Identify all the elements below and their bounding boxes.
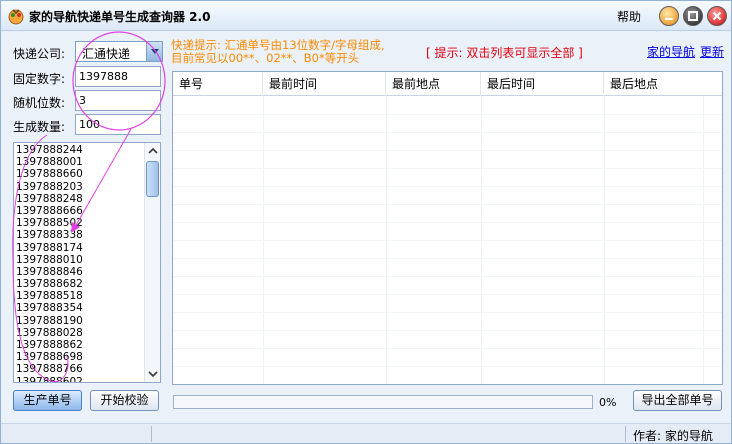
list-item[interactable]: 1397888338 — [16, 229, 144, 241]
list-item[interactable]: 1397888518 — [16, 290, 144, 302]
list-item[interactable]: 1397888698 — [16, 351, 144, 363]
courier-tip-line2: 目前常见以00**、02**、B0*等开头 — [171, 51, 360, 65]
courier-label: 快递公司: — [13, 47, 66, 61]
app-logo-icon — [8, 9, 24, 25]
title-bar: 家的导航快递单号生成查询器 2.0 帮助 — [1, 1, 731, 31]
row-divider — [173, 294, 722, 295]
scroll-thumb[interactable] — [146, 161, 159, 197]
status-separator — [151, 426, 152, 442]
row-divider — [173, 366, 722, 367]
list-item[interactable]: 1397888028 — [16, 327, 144, 339]
random-digits-label: 随机位数: — [13, 96, 66, 110]
export-all-button[interactable]: 导出全部单号 — [633, 390, 722, 411]
list-item[interactable]: 1397888190 — [16, 315, 144, 327]
status-separator — [625, 426, 626, 442]
list-item[interactable]: 1397888354 — [16, 302, 144, 314]
courier-select[interactable]: 汇通快递 — [75, 41, 163, 62]
fixed-digits-label: 固定数字: — [13, 72, 66, 86]
list-item[interactable]: 1397888244 — [16, 144, 144, 156]
list-item[interactable]: 1397888766 — [16, 363, 144, 375]
list-item[interactable]: 1397888174 — [16, 242, 144, 254]
list-item[interactable]: 1397888001 — [16, 156, 144, 168]
generate-button[interactable]: 生产单号 — [13, 390, 82, 411]
list-item[interactable]: 1397888203 — [16, 181, 144, 193]
row-divider — [173, 132, 722, 133]
list-item[interactable]: 1397888666 — [16, 205, 144, 217]
row-divider — [173, 222, 722, 223]
app-window: 家的导航快递单号生成查询器 2.0 帮助 快递公司: 汇通快递 固定数字: 随机… — [0, 0, 732, 444]
minimize-button[interactable] — [659, 6, 679, 26]
count-label: 生成数量: — [13, 120, 66, 134]
row-divider — [173, 258, 722, 259]
courier-tip: 快递提示: 汇通单号由13位数字/字母组成, 目前常见以00**、02**、B0… — [171, 39, 423, 65]
status-bar: 作者: 家的导航 — [1, 423, 731, 443]
scroll-up-icon[interactable] — [146, 144, 160, 158]
close-icon — [712, 11, 722, 21]
number-items: 1397888244 1397888001 1397888660 1397888203… — [16, 144, 144, 382]
row-divider — [173, 330, 722, 331]
row-divider — [173, 150, 722, 151]
dropdown-arrow[interactable] — [146, 42, 162, 61]
row-divider — [173, 348, 722, 349]
list-item[interactable]: 1397888682 — [16, 278, 144, 290]
window-title: 家的导航快递单号生成查询器 2.0 — [29, 10, 211, 24]
row-divider — [173, 114, 722, 115]
maximize-icon — [688, 11, 698, 21]
list-item[interactable]: 1397888248 — [16, 193, 144, 205]
column-header-last-place[interactable]: 最后地点 — [604, 72, 722, 96]
list-item[interactable]: 1397888010 — [16, 254, 144, 266]
list-item[interactable]: 1397888602 — [16, 376, 144, 382]
author-credit: 作者: 家的导航 — [633, 429, 713, 443]
help-menu[interactable]: 帮助 — [617, 8, 641, 25]
row-divider — [173, 240, 722, 241]
courier-select-value: 汇通快递 — [82, 47, 131, 61]
update-link[interactable]: 更新 — [700, 43, 724, 60]
chevron-down-icon — [151, 49, 159, 54]
list-item[interactable]: 1397888862 — [16, 339, 144, 351]
column-header-first-time[interactable]: 最前时间 — [263, 72, 386, 96]
hint-text: [ 提示: 双击列表可显示全部 ] — [426, 46, 583, 60]
list-item[interactable]: 1397888846 — [16, 266, 144, 278]
row-divider — [173, 312, 722, 313]
fixed-digits-input[interactable] — [75, 66, 161, 87]
progress-percent: 0% — [599, 396, 617, 409]
close-button[interactable] — [707, 6, 727, 26]
column-header-last-time[interactable]: 最后时间 — [481, 72, 604, 96]
verify-button[interactable]: 开始校验 — [90, 390, 159, 411]
row-divider — [173, 168, 722, 169]
minimize-icon — [665, 18, 673, 20]
random-digits-input[interactable] — [75, 90, 161, 111]
maximize-button[interactable] — [683, 6, 703, 26]
row-divider — [173, 276, 722, 277]
row-divider — [173, 186, 722, 187]
column-header-number[interactable]: 单号 — [173, 72, 263, 96]
column-header-first-place[interactable]: 最前地点 — [386, 72, 481, 96]
progress-bar — [173, 395, 593, 409]
list-item[interactable]: 1397888660 — [16, 168, 144, 180]
table-header: 单号 最前时间 最前地点 最后时间 最后地点 — [173, 72, 722, 96]
list-item[interactable]: 1397888502 — [16, 217, 144, 229]
scroll-down-icon[interactable] — [146, 367, 160, 381]
count-input[interactable] — [75, 114, 161, 135]
generated-number-list[interactable]: 1397888244 1397888001 1397888660 1397888203… — [13, 142, 161, 383]
tracking-results-table[interactable]: 单号 最前时间 最前地点 最后时间 最后地点 — [172, 71, 723, 385]
home-link[interactable]: 家的导航 — [647, 43, 695, 60]
list-scrollbar[interactable] — [144, 143, 160, 382]
row-divider — [173, 204, 722, 205]
